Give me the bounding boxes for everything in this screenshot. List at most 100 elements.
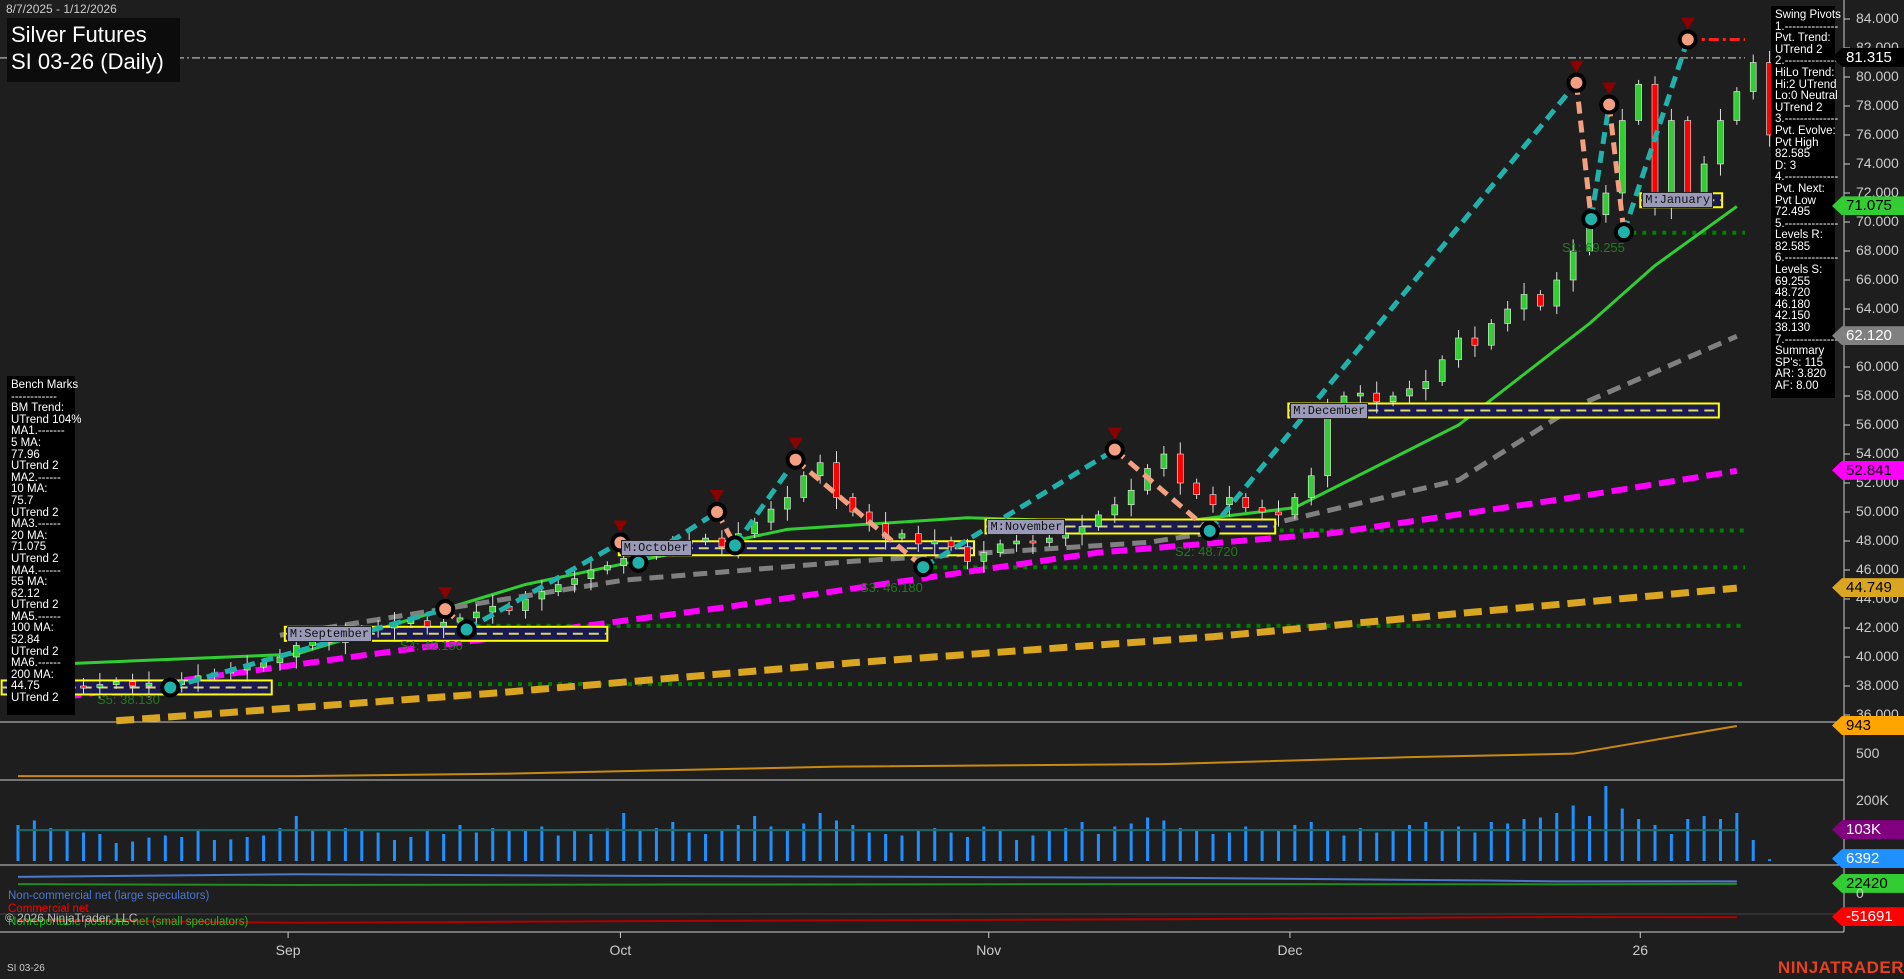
y-tick-label: 68.000 bbox=[1856, 242, 1899, 258]
candle-up bbox=[1325, 411, 1331, 476]
candle-up bbox=[703, 538, 709, 541]
candle-up bbox=[1521, 295, 1527, 310]
candle-up bbox=[1701, 164, 1707, 193]
candle-up bbox=[1357, 393, 1363, 396]
monthly-box-label: M:January bbox=[1642, 192, 1713, 208]
price-tag: 62.120 bbox=[1832, 326, 1904, 345]
chart-title: Silver Futures bbox=[11, 22, 147, 48]
candle-down bbox=[1259, 508, 1265, 512]
x-tick-label: Sep bbox=[276, 942, 301, 958]
swing-pivot-line: 82.585 bbox=[1775, 149, 1831, 161]
candle-down bbox=[1685, 121, 1691, 194]
swing-low-marker bbox=[1202, 523, 1218, 539]
candle-up bbox=[1717, 121, 1723, 165]
swing-low-marker bbox=[162, 679, 178, 695]
indicator-tag: 6392 bbox=[1832, 849, 1904, 868]
candle-up bbox=[1423, 382, 1429, 389]
swing-pivots-panel: Swing Pivots1.--------------Pvt. Trend:U… bbox=[1771, 6, 1835, 398]
candle-up bbox=[1292, 498, 1298, 515]
candle-up bbox=[1014, 541, 1020, 544]
candle-down bbox=[1177, 454, 1183, 483]
support-label: S2: 48.720 bbox=[1175, 544, 1238, 559]
candle-up bbox=[146, 683, 152, 686]
title-box: Silver Futures SI 03-26 (Daily) bbox=[7, 18, 180, 82]
candle-down bbox=[834, 463, 840, 498]
candle-up bbox=[490, 606, 496, 612]
swing-low-marker bbox=[915, 559, 931, 575]
y-tick-label: 84.000 bbox=[1856, 10, 1899, 26]
y-tick-label: 78.000 bbox=[1856, 97, 1899, 113]
candle-down bbox=[1374, 393, 1380, 402]
copyright: © 2026 NinjaTrader, LLC bbox=[5, 911, 137, 925]
swing-high-marker bbox=[709, 504, 725, 520]
candle-down bbox=[1472, 338, 1478, 345]
candle-up bbox=[1128, 490, 1134, 505]
indicator-tick-label: 500 bbox=[1856, 745, 1879, 761]
swing-low-marker bbox=[459, 621, 475, 637]
support-label: S5: 38.130 bbox=[97, 692, 160, 707]
candle-up bbox=[1554, 280, 1560, 306]
candle-up bbox=[817, 463, 823, 476]
benchmark-line: 75.7 bbox=[11, 496, 71, 508]
price-chart[interactable] bbox=[0, 0, 1904, 979]
benchmark-line: Bench Marks bbox=[11, 380, 71, 392]
candle-up bbox=[1046, 538, 1052, 542]
swing-pivot-line: 38.130 bbox=[1775, 323, 1831, 335]
swing-pivot-line: HiLo Trend: bbox=[1775, 68, 1831, 80]
swing-pivot-line: AF: 8.00 bbox=[1775, 381, 1831, 393]
bench-marks-panel: Bench Marks------------BM Trend:UTrend 1… bbox=[7, 376, 75, 715]
candle-up bbox=[621, 558, 627, 565]
indicator-tick-label: 0 bbox=[1856, 885, 1864, 901]
candle-down bbox=[964, 547, 970, 562]
y-tick-label: 58.000 bbox=[1856, 387, 1899, 403]
swing-high-marker bbox=[788, 452, 804, 468]
x-tick-label: Dec bbox=[1277, 942, 1302, 958]
candle-up bbox=[1308, 476, 1314, 498]
monthly-box-label: M:November bbox=[987, 519, 1065, 535]
benchmark-line: UTrend 2 bbox=[11, 461, 71, 473]
support-label: S3: 46.180 bbox=[860, 580, 923, 595]
indicator-tag: 103K bbox=[1832, 820, 1904, 839]
swing-down-line bbox=[1576, 83, 1591, 219]
candle-down bbox=[1243, 498, 1249, 508]
swing-low-marker bbox=[727, 537, 743, 553]
footer-symbol: SI 03-26 bbox=[7, 963, 45, 974]
candle-up bbox=[1406, 389, 1412, 396]
candle-up bbox=[604, 566, 610, 570]
candle-up bbox=[1570, 251, 1576, 280]
cot-noncommercial-line bbox=[18, 874, 1737, 881]
candle-down bbox=[424, 621, 430, 627]
candle-up bbox=[1161, 454, 1167, 469]
indicator-tag: -51691 bbox=[1832, 907, 1904, 926]
candle-up bbox=[1750, 63, 1756, 92]
legend-noncommercial: Non-commercial net (large speculators) bbox=[8, 890, 209, 902]
y-tick-label: 48.000 bbox=[1856, 532, 1899, 548]
candle-down bbox=[80, 686, 86, 688]
y-tick-label: 74.000 bbox=[1856, 155, 1899, 171]
candle-up bbox=[1439, 360, 1445, 382]
candle-up bbox=[1095, 515, 1101, 527]
date-range: 8/7/2025 - 1/12/2026 bbox=[6, 2, 117, 16]
candle-up bbox=[588, 570, 594, 579]
benchmark-line: MA3.------ bbox=[11, 519, 71, 531]
swing-pivot-line: Pvt. Next: bbox=[1775, 184, 1831, 196]
candle-up bbox=[932, 541, 938, 544]
y-tick-label: 56.000 bbox=[1856, 416, 1899, 432]
swing-high-marker bbox=[437, 601, 453, 617]
y-tick-label: 80.000 bbox=[1856, 68, 1899, 84]
y-tick-label: 76.000 bbox=[1856, 126, 1899, 142]
candle-up bbox=[997, 544, 1003, 553]
candle-down bbox=[1537, 295, 1543, 307]
price-tag: 52.841 bbox=[1832, 461, 1904, 480]
pivot-down-triangle-icon bbox=[710, 490, 724, 502]
swing-low-marker bbox=[1583, 211, 1599, 227]
y-tick-label: 64.000 bbox=[1856, 300, 1899, 316]
y-tick-label: 60.000 bbox=[1856, 358, 1899, 374]
candle-up bbox=[1488, 324, 1494, 346]
candle-down bbox=[915, 534, 921, 544]
candle-up bbox=[555, 585, 561, 592]
swing-high-marker bbox=[1601, 97, 1617, 113]
candle-up bbox=[539, 592, 545, 599]
candle-down bbox=[948, 541, 954, 547]
x-tick-label: 26 bbox=[1632, 942, 1648, 958]
